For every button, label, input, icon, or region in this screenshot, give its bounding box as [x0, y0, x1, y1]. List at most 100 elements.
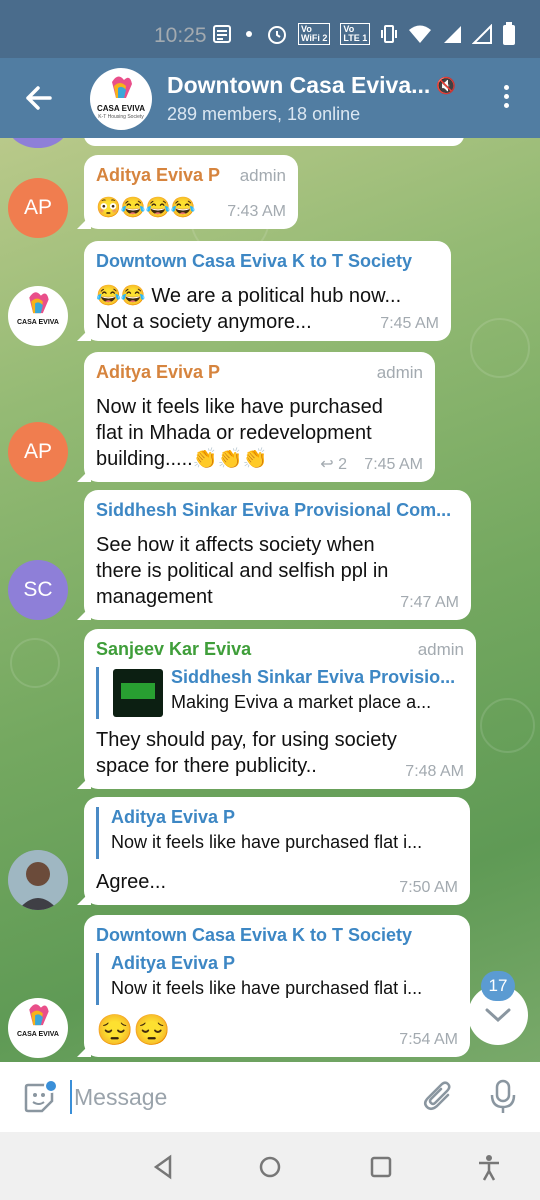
reply-thumbnail	[113, 669, 163, 717]
sender-name[interactable]: Downtown Casa Eviva K to T Society	[96, 925, 412, 946]
chat-header: CASA EVIVA K-T Housing Society Downtown …	[0, 58, 540, 138]
message-text: there is political and selfish ppl in	[96, 560, 389, 582]
message-bubble[interactable]: Siddhesh Sinkar Eviva Provisional Com...…	[84, 490, 471, 620]
avatar[interactable]: SC	[8, 560, 68, 620]
sender-name[interactable]: Downtown Casa Eviva K to T Society	[96, 251, 412, 272]
signal-icon	[472, 24, 493, 44]
new-stickers-dot	[44, 1079, 58, 1093]
message-time: 7:50 AM	[399, 879, 458, 896]
notes-icon	[213, 25, 231, 43]
microphone-icon[interactable]	[486, 1078, 520, 1116]
sender-name[interactable]: Aditya Eviva P	[96, 165, 220, 186]
back-arrow-icon[interactable]	[18, 78, 58, 118]
reply-count[interactable]: ↩ 2	[320, 454, 347, 474]
user-photo	[8, 850, 68, 910]
unread-count-badge: 17	[481, 971, 515, 1001]
avatar[interactable]: AP	[8, 178, 68, 238]
message-input[interactable]	[70, 1080, 390, 1114]
reply-text: Making Eviva a market place a...	[171, 692, 432, 712]
avatar[interactable]: CASA EVIVA	[8, 286, 68, 346]
role-badge: admin	[417, 640, 464, 659]
message-text: Not a society anymore...	[96, 311, 312, 333]
background-doodle	[470, 318, 530, 378]
vibrate-icon	[381, 25, 398, 43]
avatar-initials: SC	[23, 578, 53, 601]
message-text: management	[96, 586, 213, 608]
member-count[interactable]: 289 members, 18 online	[167, 104, 360, 125]
muted-speaker-icon: 🔇	[436, 78, 456, 95]
quoted-reply[interactable]: Siddhesh Sinkar Eviva Provisio... Making…	[96, 667, 455, 719]
background-doodle	[480, 698, 535, 753]
message-text: See how it affects society when	[96, 534, 375, 556]
battery-icon	[503, 22, 516, 45]
chat-title[interactable]: Downtown Casa Eviva...	[167, 72, 430, 99]
message-bubble[interactable]: Aditya Eviva P admin 😳😂😂😂 7:43 AM	[84, 155, 298, 229]
message-bubble[interactable]: Downtown Casa Eviva K to T Society 😂😂 We…	[84, 241, 451, 341]
casa-eviva-logo	[29, 1004, 49, 1026]
group-avatar-name: CASA EVIVA	[96, 104, 145, 113]
role-badge: admin	[376, 363, 423, 382]
casa-eviva-logo	[112, 76, 132, 98]
avatar-initials: AP	[23, 196, 52, 219]
message-text: building.....👏👏👏	[96, 448, 268, 470]
message-time: 7:45 AM	[380, 315, 439, 332]
message-text: 😳😂😂😂	[96, 197, 196, 219]
avatar[interactable]: CASA EVIVA	[8, 998, 68, 1058]
attachment-paperclip-icon[interactable]	[422, 1080, 456, 1114]
avatar-logo-text: CASA EVIVA	[16, 1031, 59, 1038]
message-time: 7:54 AM	[399, 1031, 458, 1048]
message-text: Agree...	[96, 871, 167, 893]
message-list[interactable]: AP Aditya Eviva P admin 😳😂😂😂 7:43 AM CAS…	[0, 138, 540, 1062]
message-text: 😔😔	[96, 1014, 171, 1047]
reply-sender: Siddhesh Sinkar Eviva Provisio...	[171, 667, 456, 687]
message-text: flat in Mhada or redevelopment	[96, 422, 372, 444]
message-bubble-partial	[84, 138, 464, 146]
quoted-reply[interactable]: Aditya Eviva P Now it feels like have pu…	[96, 953, 422, 1005]
message-text: 😂😂 We are a political hub now...	[96, 285, 402, 307]
message-composer	[0, 1062, 540, 1132]
message-bubble[interactable]: Downtown Casa Eviva K to T Society Adity…	[84, 915, 470, 1057]
message-bubble[interactable]: Aditya Eviva P Now it feels like have pu…	[84, 797, 470, 905]
chevron-down-icon	[485, 1008, 511, 1023]
home-circle-icon[interactable]	[255, 1152, 285, 1182]
accessibility-icon[interactable]	[474, 1152, 504, 1182]
message-time: 7:43 AM	[227, 203, 286, 220]
status-icons: Vo WiFi 2 Vo LTE 1	[212, 22, 516, 46]
signal-icon	[444, 26, 462, 43]
casa-eviva-logo	[29, 292, 49, 314]
system-nav-bar	[0, 1132, 540, 1200]
message-text: space for there publicity..	[96, 755, 317, 777]
more-options-icon[interactable]	[496, 82, 516, 116]
message-text: Now it feels like have purchased	[96, 396, 383, 418]
role-badge: admin	[239, 166, 286, 185]
group-avatar[interactable]: CASA EVIVA K-T Housing Society	[90, 68, 152, 130]
message-time: 7:45 AM	[364, 456, 423, 473]
back-triangle-icon[interactable]	[148, 1152, 178, 1182]
reply-arrow-icon: ↩	[320, 456, 334, 473]
avatar-logo-text: CASA EVIVA	[16, 319, 59, 326]
recents-square-icon[interactable]	[366, 1152, 396, 1182]
message-bubble[interactable]: Sanjeev Kar Eviva admin Siddhesh Sinkar …	[84, 629, 476, 789]
avatar[interactable]	[8, 850, 68, 910]
reply-text: Now it feels like have purchased flat i.…	[111, 832, 423, 852]
background-doodle	[10, 638, 60, 688]
vowifi-icon: Vo WiFi 2	[298, 23, 331, 45]
quoted-reply[interactable]: Aditya Eviva P Now it feels like have pu…	[96, 807, 422, 859]
sender-name[interactable]: Siddhesh Sinkar Eviva Provisional Com...	[96, 500, 451, 521]
message-bubble[interactable]: Aditya Eviva P admin Now it feels like h…	[84, 352, 435, 482]
sender-name[interactable]: Aditya Eviva P	[96, 362, 220, 383]
status-bar: 10:25 Vo WiFi 2 Vo LTE 1	[0, 0, 540, 58]
reply-sender: Aditya Eviva P	[111, 953, 236, 973]
avatar[interactable]: AP	[8, 422, 68, 482]
reply-count-value: 2	[338, 456, 347, 473]
message-time: 7:47 AM	[400, 594, 459, 611]
sender-name[interactable]: Sanjeev Kar Eviva	[96, 639, 251, 660]
avatar-partial	[8, 138, 68, 148]
reply-sender: Aditya Eviva P	[111, 807, 236, 827]
dot-icon	[246, 31, 252, 37]
wifi-icon	[409, 25, 432, 43]
volte-icon: Vo LTE 1	[340, 23, 371, 45]
reply-text: Now it feels like have purchased flat i.…	[111, 978, 423, 998]
avatar-initials: AP	[23, 440, 52, 463]
message-text: They should pay, for using society	[96, 729, 397, 751]
